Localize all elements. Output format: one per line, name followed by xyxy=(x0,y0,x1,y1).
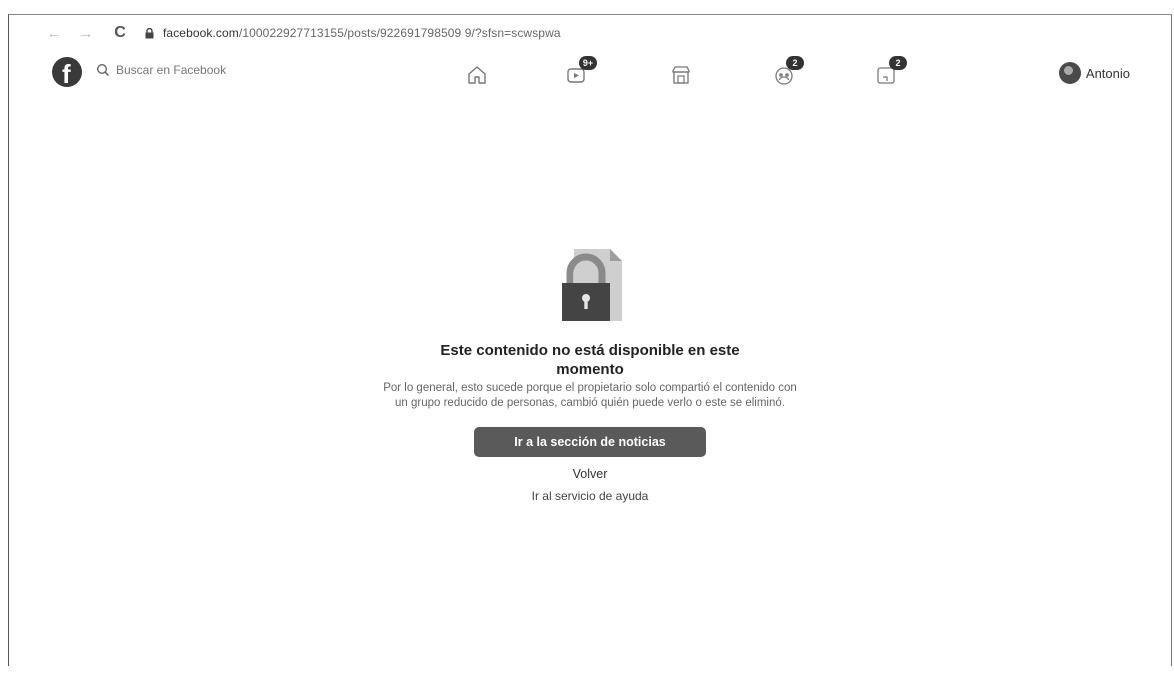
back-arrow-icon[interactable]: ← xyxy=(43,22,65,44)
groups-badge: 2 xyxy=(786,56,804,70)
locked-document-icon xyxy=(562,249,622,321)
facebook-logo-icon[interactable]: f xyxy=(52,57,82,87)
address-bar: ← → C facebook.com/100022927713155/posts… xyxy=(9,15,1171,51)
watch-video-icon[interactable]: 9+ xyxy=(565,56,597,87)
url-path: /100022927713155/posts/922691798509 9/?s… xyxy=(238,26,561,40)
gaming-badge: 2 xyxy=(889,56,907,70)
url-host: facebook.com xyxy=(163,26,239,40)
back-link[interactable]: Volver xyxy=(9,467,1171,481)
avatar xyxy=(1058,62,1081,84)
facebook-top-bar: f Buscar en Facebook 9+ 2 2 Antonio xyxy=(9,51,1171,103)
gaming-icon[interactable]: 2 xyxy=(875,56,907,87)
browser-window: ← → C facebook.com/100022927713155/posts… xyxy=(8,14,1172,666)
forward-arrow-icon[interactable]: → xyxy=(75,22,97,44)
help-center-link[interactable]: Ir al servicio de ayuda xyxy=(9,489,1171,503)
url-field[interactable]: facebook.com/100022927713155/posts/92269… xyxy=(163,26,561,40)
lock-icon xyxy=(145,27,155,39)
profile-name: Antonio xyxy=(1085,65,1130,81)
marketplace-icon[interactable] xyxy=(669,63,693,87)
page-title: Este contenido no está disponible en est… xyxy=(440,342,740,378)
search-placeholder: Buscar en Facebook xyxy=(116,63,227,77)
profile-button[interactable]: Antonio xyxy=(1058,62,1130,84)
reload-icon[interactable]: C xyxy=(109,22,131,44)
search-icon xyxy=(96,63,110,77)
search-input[interactable]: Buscar en Facebook xyxy=(96,63,226,77)
unavailable-content-panel: Este contenido no está disponible en est… xyxy=(9,243,1171,503)
home-icon[interactable] xyxy=(465,63,489,87)
groups-icon[interactable]: 2 xyxy=(772,56,804,87)
page-description: Por lo general, esto sucede porque el pr… xyxy=(383,382,797,409)
watch-badge: 9+ xyxy=(579,56,597,70)
go-to-news-feed-button[interactable]: Ir a la sección de noticias xyxy=(474,427,706,457)
